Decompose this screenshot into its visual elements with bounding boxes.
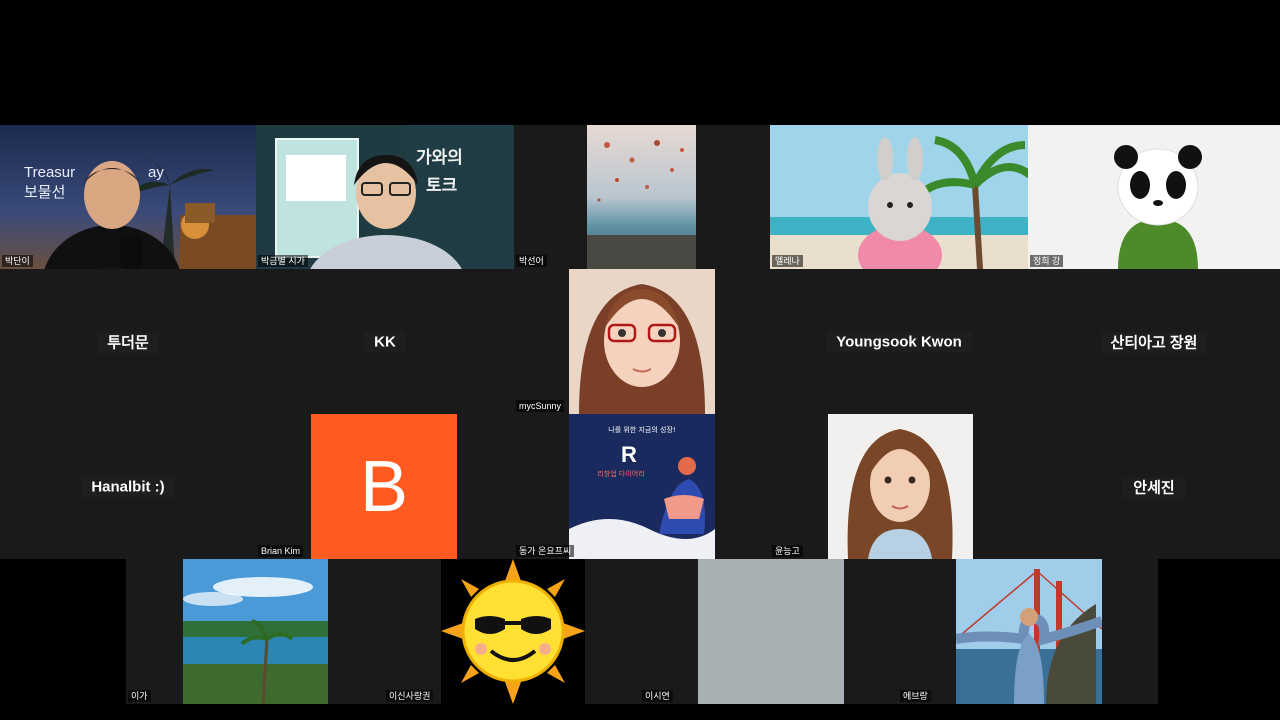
- participant-tile[interactable]: Treasur ay 보물선 박단이: [0, 125, 256, 269]
- avatar: B: [311, 414, 457, 559]
- participant-video: [828, 414, 973, 559]
- participant-name: 이신사랑권: [386, 690, 434, 702]
- participant-tile[interactable]: 안세진: [1028, 414, 1280, 559]
- participant-tile[interactable]: 투더문: [0, 269, 256, 414]
- participant-tile[interactable]: mycSunny: [514, 269, 770, 414]
- avatar-letter: B: [359, 446, 409, 527]
- participant-tile[interactable]: KK: [256, 269, 514, 414]
- participant-tile[interactable]: 에브랑: [898, 559, 1158, 704]
- participant-name: 이가: [128, 690, 151, 702]
- participant-tile[interactable]: 이시연: [640, 559, 898, 704]
- participant-video: [183, 559, 328, 704]
- participant-name: 박선어: [516, 255, 547, 267]
- meeting-gallery-grid: Treasur ay 보물선 박단이 가와의 토크 박금별 시가 박선어 엘레나…: [0, 125, 1280, 704]
- participant-video: [587, 125, 696, 269]
- participant-tile[interactable]: 정희 강: [1028, 125, 1280, 269]
- video-caption-3: 보물선: [24, 183, 65, 201]
- participant-name: mycSunny: [516, 400, 565, 412]
- participant-tile[interactable]: Hanalbit :): [0, 414, 256, 559]
- participant-tile[interactable]: 가와의 토크 박금별 시가: [256, 125, 514, 269]
- participant-video: [770, 125, 1028, 269]
- participant-video: [1028, 125, 1280, 269]
- participant-name: 안세진: [1123, 477, 1185, 498]
- video-caption-2: ay: [148, 164, 164, 181]
- participant-name: Youngsook Kwon: [826, 331, 972, 352]
- participant-video: 나를 위한 지금의 성장! R 리창업 다이어리: [569, 414, 715, 559]
- participant-name: 박금별 시가: [258, 255, 308, 267]
- participant-tile[interactable]: 이신사랑권: [384, 559, 640, 704]
- participant-tile[interactable]: Youngsook Kwon: [770, 269, 1028, 414]
- banner-text-1: 가와의: [416, 148, 463, 168]
- poster-heading: 나를 위한 지금의 성장!: [608, 425, 675, 434]
- participant-video: Treasur ay 보물선: [0, 125, 256, 269]
- participant-name: 에브랑: [900, 690, 931, 702]
- video-caption-1: Treasur: [24, 164, 75, 181]
- participant-name: 윤능고: [772, 545, 803, 557]
- participant-tile[interactable]: 이가: [126, 559, 384, 704]
- participant-video: [441, 559, 585, 704]
- poster-logo: R: [621, 442, 637, 467]
- participant-tile[interactable]: 나를 위한 지금의 성장! R 리창업 다이어리 동가 온요프씨: [514, 414, 770, 559]
- participant-name: Brian Kim: [258, 545, 304, 557]
- participant-name: 엘레나: [772, 255, 803, 267]
- participant-video: 가와의 토크: [256, 125, 514, 269]
- participant-name: Hanalbit :): [81, 476, 175, 497]
- participant-name: KK: [364, 331, 406, 352]
- participant-tile[interactable]: B Brian Kim: [256, 414, 514, 559]
- participant-video: [956, 559, 1102, 704]
- participant-name: 정희 강: [1030, 255, 1064, 267]
- participant-name: 이시연: [642, 690, 673, 702]
- participant-tile[interactable]: 윤능고: [770, 414, 1028, 559]
- poster-subtitle: 리창업 다이어리: [597, 469, 644, 478]
- participant-name: 동가 온요프씨: [516, 545, 575, 557]
- participant-tile[interactable]: 엘레나: [770, 125, 1028, 269]
- participant-tile[interactable]: 박선어: [514, 125, 770, 269]
- participant-name: 투더문: [97, 332, 159, 353]
- banner-text-2: 토크: [426, 176, 458, 196]
- participant-name: 산티아고 장원: [1100, 332, 1208, 353]
- participant-name: 박단이: [2, 255, 33, 267]
- participant-tile[interactable]: 산티아고 장원: [1028, 269, 1280, 414]
- participant-video: [698, 559, 844, 704]
- participant-video: [569, 269, 715, 414]
